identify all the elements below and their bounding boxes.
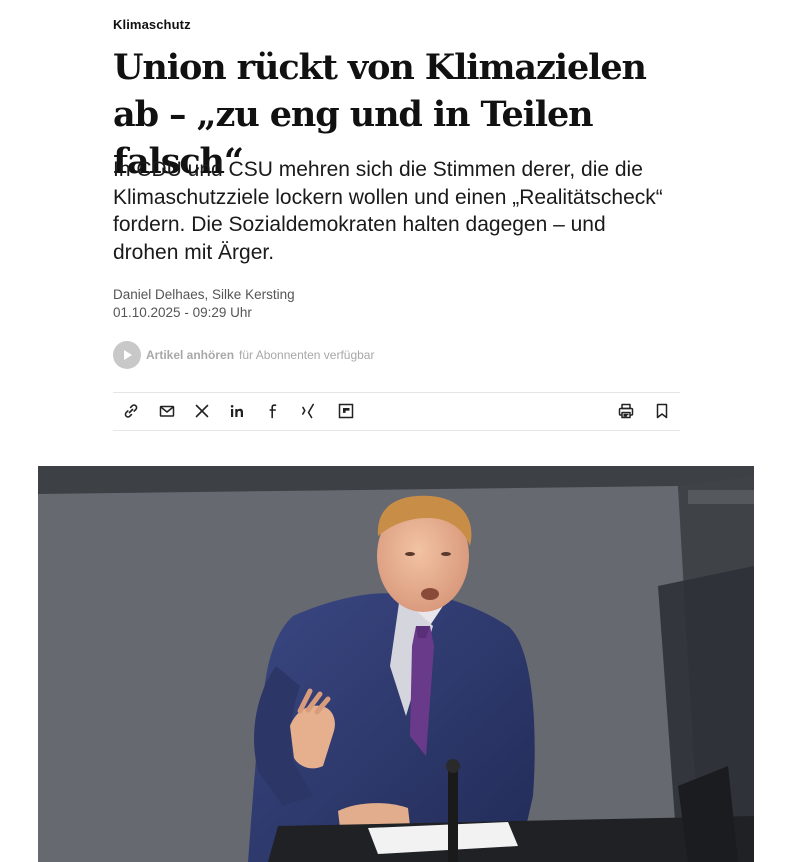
share-bar [113, 392, 680, 431]
bookmark-icon[interactable] [653, 402, 671, 420]
mail-icon[interactable] [158, 402, 176, 420]
print-icon[interactable] [617, 402, 635, 420]
link-icon[interactable] [122, 402, 140, 420]
x-icon[interactable] [193, 402, 211, 420]
audio-label: Artikel anhören [146, 348, 235, 362]
play-button[interactable] [113, 341, 141, 369]
linkedin-icon[interactable] [228, 402, 246, 420]
xing-icon[interactable] [299, 402, 317, 420]
article-hero-image [38, 466, 754, 862]
article-teaser: In CDU und CSU mehren sich die Stimmen d… [113, 158, 663, 264]
audio-player[interactable]: Artikel anhören für Abonnenten verfügbar [113, 341, 374, 369]
article-authors[interactable]: Daniel Delhaes, Silke Kersting [113, 287, 295, 302]
play-icon [124, 350, 132, 360]
article-kicker[interactable]: Klimaschutz [113, 17, 191, 32]
flipboard-icon[interactable] [337, 402, 355, 420]
article-date: 01.10.2025 - 09:29 Uhr [113, 305, 252, 320]
facebook-icon[interactable] [264, 402, 282, 420]
audio-note: für Abonnenten verfügbar [239, 348, 375, 362]
